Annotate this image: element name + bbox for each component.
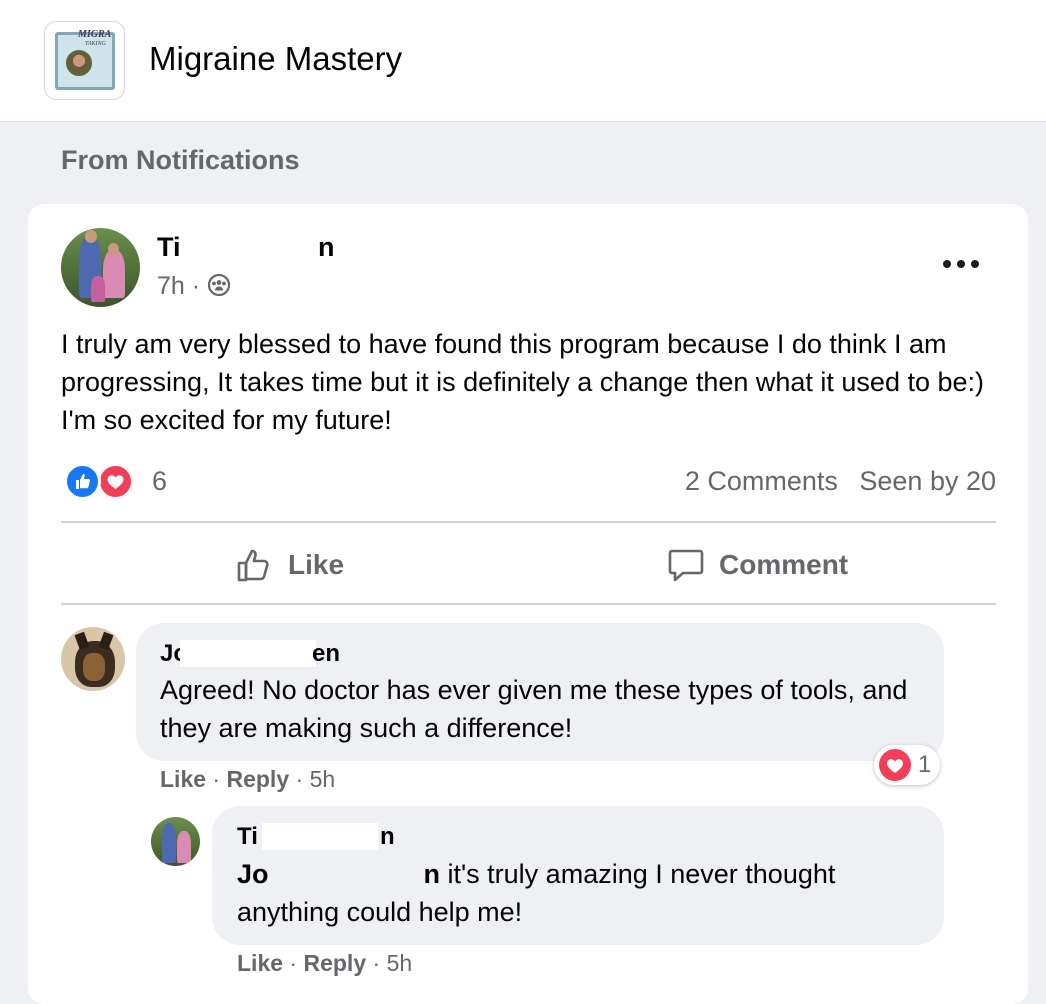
comments-count[interactable]: 2 Comments: [685, 466, 838, 496]
post-stats: 2 Comments Seen by 20: [685, 466, 996, 497]
love-reaction-icon: [97, 463, 134, 500]
post-meta: 7h ·: [157, 272, 231, 301]
divider-top: [61, 521, 996, 523]
mention-first[interactable]: Jo: [237, 859, 269, 889]
group-header: MIGRA TAKING Migraine Mastery: [0, 0, 1046, 122]
reply-author-avatar[interactable]: [151, 817, 200, 866]
comment-button[interactable]: Comment: [667, 540, 848, 590]
author-avatar[interactable]: [61, 228, 140, 307]
post-time[interactable]: 7h: [157, 272, 185, 300]
comment-bubble-icon: [668, 549, 704, 582]
post-author-name[interactable]: Ti: [157, 232, 181, 263]
comment-button-label: Comment: [719, 549, 849, 580]
redacted-name-block: [262, 823, 378, 850]
reply-like-link[interactable]: Like: [237, 950, 283, 976]
section-label: From Notifications: [61, 145, 300, 175]
separator: ·: [295, 766, 310, 792]
divider-bottom: [61, 603, 996, 605]
more-options-button[interactable]: [936, 248, 986, 280]
thumbs-up-icon: [237, 549, 269, 582]
comment-reply-link[interactable]: Reply: [226, 766, 289, 792]
separator: ·: [289, 950, 304, 976]
seen-by-count[interactable]: Seen by 20: [859, 466, 996, 496]
post-text: I truly am very blessed to have found th…: [61, 329, 985, 435]
love-reaction-icon: [879, 749, 911, 781]
thumbnail-subtitle: TAKING: [85, 41, 106, 47]
comment-reaction-pill[interactable]: 1: [874, 745, 940, 785]
author-first-name[interactable]: Ti: [157, 232, 181, 262]
comment-actions: Like · Reply · 5h: [160, 766, 335, 793]
thumbnail-title: MIGRA: [78, 29, 112, 40]
comment-time[interactable]: 5h: [310, 766, 336, 792]
reply-reply-link[interactable]: Reply: [303, 950, 366, 976]
reaction-count[interactable]: 6: [152, 466, 167, 497]
reply-actions: Like · Reply · 5h: [237, 950, 412, 977]
reply-time[interactable]: 5h: [387, 950, 413, 976]
reply-author-last-name[interactable]: n: [380, 823, 395, 851]
commenter-avatar[interactable]: [61, 627, 125, 691]
commenter-last-name[interactable]: en: [312, 640, 340, 668]
group-members-icon: [207, 273, 231, 297]
like-button[interactable]: Like: [236, 540, 344, 590]
reply-text: Jo n it's truly amazing I never thought a…: [237, 855, 927, 931]
separator: ·: [372, 950, 387, 976]
comment-text: Agreed! No doctor has ever given me thes…: [160, 675, 908, 743]
like-reaction-icon: [64, 463, 101, 500]
group-thumbnail[interactable]: MIGRA TAKING: [44, 21, 125, 100]
post-author-name-end[interactable]: n: [318, 232, 335, 263]
comment-reaction-count: 1: [918, 751, 932, 778]
redacted-mention-block: [268, 861, 424, 887]
group-name[interactable]: Migraine Mastery: [149, 40, 402, 78]
redacted-name-block: [180, 640, 316, 667]
comment-like-link[interactable]: Like: [160, 766, 206, 792]
mention-last[interactable]: n: [424, 859, 441, 889]
meta-separator: ·: [191, 272, 208, 300]
reply-author-first-name[interactable]: Ti: [237, 823, 258, 851]
like-button-label: Like: [288, 549, 345, 580]
thumbnail-portrait: [66, 50, 92, 76]
separator: ·: [212, 766, 227, 792]
